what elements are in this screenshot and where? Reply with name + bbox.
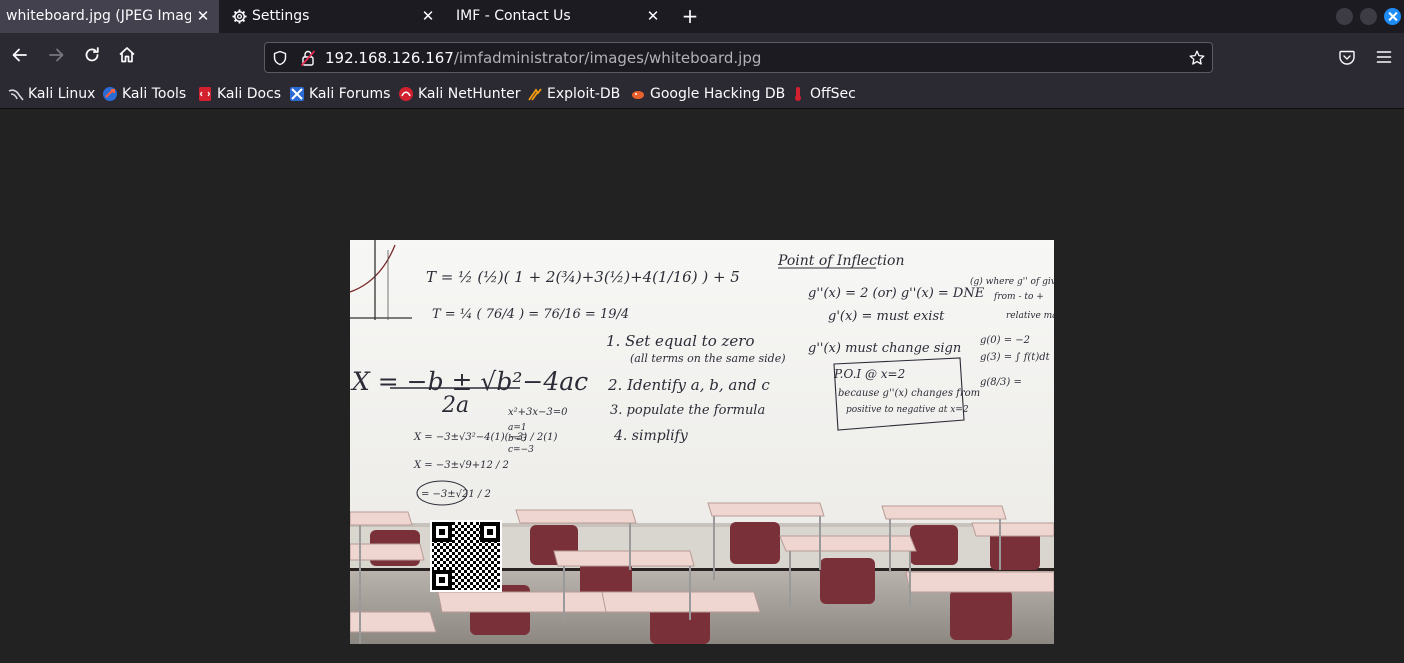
- address-bar[interactable]: 192.168.126.167/imfadministrator/images/…: [264, 42, 1213, 73]
- whiteboard-poi-title: Point of Inflection: [777, 253, 904, 269]
- tab-whiteboard[interactable]: whiteboard.jpg (JPEG Image, ✕: [0, 0, 219, 33]
- whiteboard-right-note-5: g(3) = ∫ f(t)dt: [980, 352, 1051, 363]
- whiteboard-right-note-1: (g) where g'' of gives: [970, 276, 1054, 287]
- exploit-db-icon: [528, 88, 542, 101]
- url-path: /imfadministrator/images/whiteboard.jpg: [453, 49, 762, 67]
- navigation-toolbar: 192.168.126.167/imfadministrator/images/…: [0, 33, 1404, 78]
- reload-icon[interactable]: [82, 45, 102, 65]
- whiteboard-quadratic-denominator: 2a: [441, 393, 469, 418]
- tab-label: Settings: [252, 8, 310, 24]
- offsec-icon: [795, 87, 801, 101]
- pocket-icon[interactable]: [1339, 50, 1355, 65]
- bookmark-exploit-db[interactable]: Exploit-DB: [527, 84, 620, 104]
- bookmark-label: Kali Forums: [309, 86, 391, 102]
- bookmarks-toolbar: Kali Linux Kali Tools Kali Docs Kali For…: [0, 78, 1404, 109]
- ghdb-icon: [632, 91, 644, 99]
- minimize-button[interactable]: [1336, 8, 1353, 25]
- whiteboard-step-1: 1. Set equal to zero: [606, 332, 754, 350]
- whiteboard-right-note-6: g(8/3) =: [980, 377, 1022, 388]
- back-arrow-icon[interactable]: [10, 45, 30, 65]
- gear-icon: [232, 9, 247, 24]
- maximize-button[interactable]: [1360, 8, 1377, 25]
- whiteboard-step-2: 2. Identify a, b, and c: [607, 376, 770, 394]
- whiteboard-step-1-note: (all terms on the same side): [630, 352, 786, 365]
- shield-icon[interactable]: [272, 50, 288, 66]
- tab-label: whiteboard.jpg (JPEG Image,: [6, 8, 191, 24]
- bookmark-label: Kali Docs: [217, 86, 282, 102]
- bookmark-kali-docs[interactable]: Kali Docs: [197, 84, 281, 104]
- bookmark-label: Google Hacking DB: [650, 86, 786, 102]
- bookmark-label: Exploit-DB: [547, 86, 621, 102]
- whiteboard-solve-step-2: X = −3±√9+12 / 2: [413, 460, 509, 471]
- bookmark-kali-linux[interactable]: Kali Linux: [8, 84, 95, 104]
- whiteboard-poi-box-1: P.O.I @ x=2: [833, 367, 905, 381]
- whiteboard-formula-t1: T = ½ (½)( 1 + 2(¾)+3(½)+4(1/16) ) + 5: [426, 268, 740, 286]
- whiteboard-coeff-c: c=−3: [508, 445, 534, 455]
- whiteboard-poi-line-2: g'(x) = must exist: [828, 309, 945, 324]
- whiteboard-formula-t2: T = ¼ ( 76/4 ) = 76/16 = 19/4: [432, 307, 629, 322]
- bookmark-kali-nethunter[interactable]: Kali NetHunter: [398, 84, 520, 104]
- tab-contact-us[interactable]: IMF - Contact Us ✕: [443, 0, 665, 33]
- whiteboard-quadratic: X = −b ± √b²−4ac: [350, 367, 588, 396]
- new-tab-button[interactable]: +: [681, 6, 699, 26]
- whiteboard-step-4: 4. simplify: [613, 428, 689, 444]
- bookmark-kali-tools[interactable]: Kali Tools: [102, 84, 186, 104]
- bookmark-label: Kali Tools: [122, 86, 187, 102]
- whiteboard-solve-step-3: = −3±√21 / 2: [421, 489, 491, 500]
- window-close-button[interactable]: [1384, 8, 1401, 25]
- forward-arrow-icon[interactable]: [46, 45, 66, 65]
- image-viewer: T = ½ (½)( 1 + 2(¾)+3(½)+4(1/16) ) + 5 T…: [0, 110, 1404, 663]
- tab-settings[interactable]: Settings ✕: [220, 0, 442, 33]
- kali-forums-icon: [290, 87, 304, 101]
- whiteboard-poi-box-3: positive to negative at x=2: [846, 405, 969, 415]
- close-icon[interactable]: ✕: [196, 9, 210, 24]
- bookmark-label: OffSec: [810, 86, 856, 102]
- bookmark-google-hacking-db[interactable]: Google Hacking DB: [630, 84, 785, 104]
- whiteboard-solve-step-1: X = −3±√3²−4(1)(−3) / 2(1): [413, 432, 558, 443]
- bookmark-kali-forums[interactable]: Kali Forums: [289, 84, 390, 104]
- bookmark-star-icon[interactable]: [1189, 50, 1205, 66]
- qr-code[interactable]: [430, 520, 502, 592]
- insecure-lock-icon[interactable]: [301, 50, 315, 66]
- nethunter-icon: [399, 87, 413, 101]
- url-host: 192.168.126.167: [325, 49, 454, 67]
- close-icon[interactable]: ✕: [646, 9, 660, 24]
- tab-strip: whiteboard.jpg (JPEG Image, ✕ Settings ✕…: [0, 0, 1404, 33]
- home-icon[interactable]: [117, 45, 137, 65]
- tab-label: IMF - Contact Us: [456, 8, 571, 24]
- hamburger-menu-icon[interactable]: [1376, 50, 1392, 64]
- bookmark-label: Kali Linux: [28, 86, 96, 102]
- whiteboard-example-equation: x²+3x−3=0: [508, 407, 568, 418]
- bookmark-label: Kali NetHunter: [418, 86, 521, 102]
- kali-tools-icon: [103, 87, 117, 101]
- whiteboard-step-3: 3. populate the formula: [610, 403, 765, 418]
- whiteboard-right-note-2: from - to +: [993, 292, 1044, 302]
- bookmark-offsec[interactable]: OffSec: [790, 84, 856, 104]
- url-text[interactable]: 192.168.126.167/imfadministrator/images/…: [325, 49, 761, 67]
- whiteboard-poi-box-2: because g''(x) changes from: [838, 388, 980, 399]
- kali-dragon-icon: [8, 89, 24, 101]
- whiteboard-right-note-3: relative max: [1006, 311, 1054, 321]
- whiteboard-poi-line-3: g''(x) must change sign: [808, 341, 961, 356]
- kali-docs-icon: [199, 87, 211, 101]
- whiteboard-right-note-4: g(0) = −2: [980, 335, 1030, 346]
- close-icon[interactable]: ✕: [421, 9, 435, 24]
- whiteboard-image[interactable]: T = ½ (½)( 1 + 2(¾)+3(½)+4(1/16) ) + 5 T…: [350, 240, 1054, 644]
- whiteboard-poi-line-1: g''(x) = 2 (or) g''(x) = DNE: [808, 286, 985, 301]
